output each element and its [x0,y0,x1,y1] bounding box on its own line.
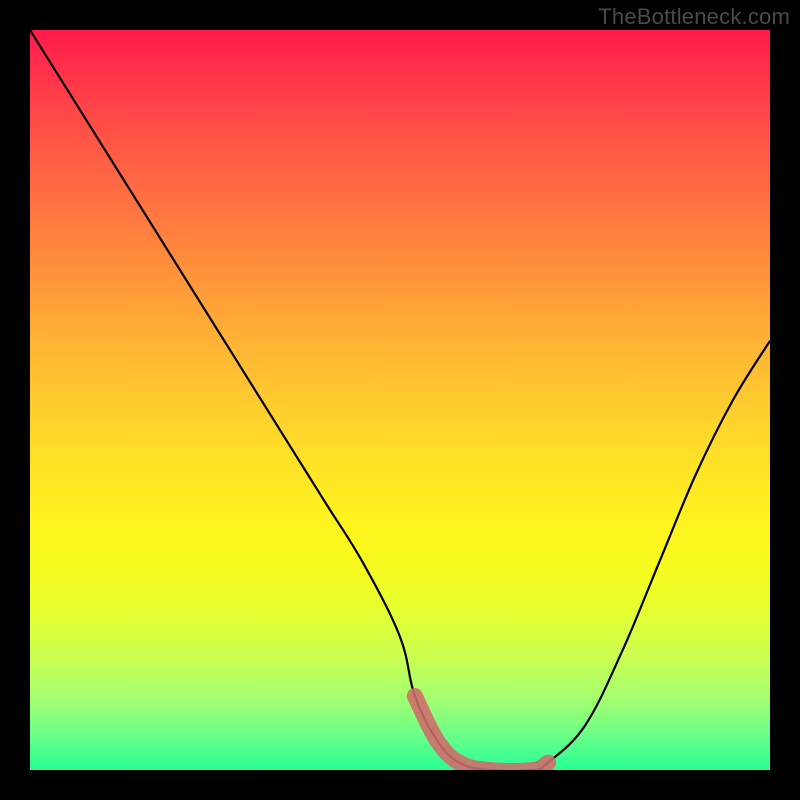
plot-area [30,30,770,770]
bottleneck-curve [30,30,770,770]
minimum-highlight [415,696,548,770]
watermark-text: TheBottleneck.com [598,4,790,30]
curve-layer [30,30,770,770]
chart-frame: TheBottleneck.com [0,0,800,800]
